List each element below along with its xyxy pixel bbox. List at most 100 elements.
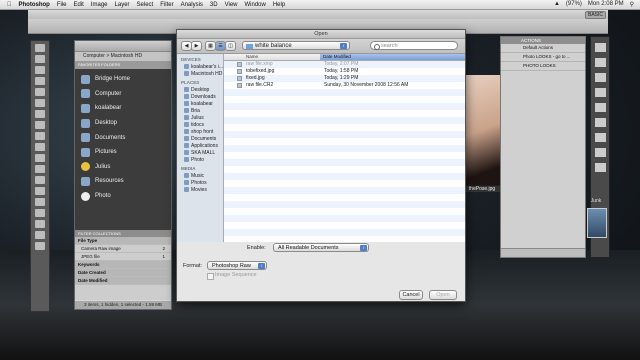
eraser-tool-icon[interactable] <box>35 154 45 162</box>
layers-panel-icon[interactable] <box>594 133 606 142</box>
folder-popup[interactable]: white balance ↕ <box>242 41 350 50</box>
menu-filter[interactable]: Filter <box>160 2 173 8</box>
wifi-icon[interactable]: ▲ <box>554 1 560 8</box>
menu-file[interactable]: File <box>57 2 67 8</box>
search-input[interactable]: search <box>370 41 458 50</box>
path-select-tool-icon[interactable] <box>35 209 45 217</box>
bridge-path-bar[interactable]: Computer > Macintosh HD <box>75 52 171 61</box>
filter-date-modified[interactable]: Date Modified <box>75 277 171 285</box>
history-brush-tool-icon[interactable] <box>35 143 45 151</box>
sidebar-item-device[interactable]: koalabear's i... <box>177 63 223 70</box>
actions-panel-title[interactable]: ACTIONS <box>501 37 585 44</box>
photo-thumbnail[interactable] <box>462 75 502 185</box>
file-row[interactable]: raw file.CR2 Sunday, 30 November 2008 12… <box>224 82 465 89</box>
filter-keywords[interactable]: Keywords <box>75 261 171 269</box>
move-tool-icon[interactable] <box>35 44 45 52</box>
favorite-julius[interactable]: Julius <box>75 160 171 175</box>
file-row[interactable]: fixed.jpg Today, 1:29 PM <box>224 75 465 82</box>
favorite-resources[interactable]: Resources <box>75 174 171 189</box>
spotlight-icon[interactable]: ⚲ <box>630 1 634 8</box>
action-set-item[interactable]: Photo LOOKS - go to ... <box>501 53 585 62</box>
menu-help[interactable]: Help <box>273 2 285 8</box>
junk-folder-icon[interactable] <box>587 208 607 238</box>
menu-image[interactable]: Image <box>91 2 108 8</box>
filter-panel-tabs[interactable]: FILTER COLLECTIONS <box>75 230 171 237</box>
sidebar-item-place[interactable]: shop front <box>177 128 223 135</box>
clock[interactable]: Mon 2:08 PM <box>588 1 624 8</box>
favorite-documents[interactable]: Documents <box>75 130 171 145</box>
lasso-tool-icon[interactable] <box>35 66 45 74</box>
menu-analysis[interactable]: Analysis <box>181 2 203 8</box>
zoom-tool-icon[interactable] <box>35 242 45 250</box>
enable-popup[interactable]: All Readable Documents ↕ <box>273 243 369 252</box>
favorite-pictures[interactable]: Pictures <box>75 145 171 160</box>
favorite-koalabear[interactable]: koalabear <box>75 101 171 116</box>
sidebar-item-place[interactable]: Desktop <box>177 86 223 93</box>
clone-stamp-tool-icon[interactable] <box>35 132 45 140</box>
styles-panel-icon[interactable] <box>594 103 606 112</box>
column-date-header[interactable]: Date Modified <box>320 54 465 60</box>
type-tool-icon[interactable] <box>35 198 45 206</box>
history-panel-icon[interactable] <box>594 43 606 52</box>
menu-edit[interactable]: Edit <box>74 2 84 8</box>
crop-tool-icon[interactable] <box>35 88 45 96</box>
menu-layer[interactable]: Layer <box>115 2 130 8</box>
pen-tool-icon[interactable] <box>35 187 45 195</box>
healing-tool-icon[interactable] <box>35 110 45 118</box>
action-set-item[interactable]: PHOTO LOOKS <box>501 62 585 71</box>
open-button[interactable]: Open <box>429 290 457 300</box>
column-view-button[interactable]: ◫ <box>225 41 236 51</box>
sidebar-item-place[interactable]: tidocs <box>177 121 223 128</box>
gradient-tool-icon[interactable] <box>35 165 45 173</box>
battery-status[interactable]: (97%) <box>566 1 582 8</box>
filter-date-created[interactable]: Date Created <box>75 269 171 277</box>
apple-menu-icon[interactable]:  <box>7 2 12 8</box>
quick-select-tool-icon[interactable] <box>35 77 45 85</box>
sidebar-item-place[interactable]: Documents <box>177 135 223 142</box>
workspace-switcher[interactable]: BASIC <box>584 11 606 19</box>
sidebar-item-place[interactable]: Applications <box>177 142 223 149</box>
hand-tool-icon[interactable] <box>35 231 45 239</box>
file-row[interactable]: raw file.xmp Today, 2:07 PM <box>224 61 465 68</box>
sidebar-item-place[interactable]: Downloads <box>177 93 223 100</box>
favorite-computer[interactable]: Computer <box>75 87 171 102</box>
sidebar-item-media[interactable]: Photos <box>177 179 223 186</box>
adjustments-panel-icon[interactable] <box>594 118 606 127</box>
column-name-header[interactable]: Name <box>246 54 258 60</box>
sidebar-item-place[interactable]: koalabear <box>177 100 223 107</box>
color-panel-icon[interactable] <box>594 73 606 82</box>
sidebar-item-media[interactable]: Movies <box>177 186 223 193</box>
filter-file-type[interactable]: File Type <box>75 237 171 245</box>
file-row[interactable]: tobefixed.jpg Today, 1:58 PM <box>224 68 465 75</box>
cancel-button[interactable]: Cancel <box>399 290 423 300</box>
brush-tool-icon[interactable] <box>35 121 45 129</box>
sidebar-item-place[interactable]: Photo <box>177 156 223 163</box>
sidebar-item-place[interactable]: SKA MALL <box>177 149 223 156</box>
menu-select[interactable]: Select <box>137 2 154 8</box>
actions-panel-icon[interactable] <box>594 58 606 67</box>
eyedropper-tool-icon[interactable] <box>35 99 45 107</box>
sidebar-item-device[interactable]: Macintosh HD <box>177 70 223 77</box>
paths-panel-icon[interactable] <box>594 163 606 172</box>
actions-panel-buttons[interactable] <box>501 248 585 257</box>
sidebar-item-place[interactable]: Bria <box>177 107 223 114</box>
filter-camera-raw[interactable]: Camera Raw image 2 <box>75 245 171 253</box>
menu-window[interactable]: Window <box>245 2 266 8</box>
image-sequence-checkbox[interactable] <box>207 273 214 280</box>
marquee-tool-icon[interactable] <box>35 55 45 63</box>
filter-jpeg[interactable]: JPEG file 1 <box>75 253 171 261</box>
shape-tool-icon[interactable] <box>35 220 45 228</box>
menu-view[interactable]: View <box>225 2 238 8</box>
bridge-panel-tabs[interactable]: FAVORITES FOLDERS <box>75 61 171 69</box>
action-set-item[interactable]: Default Actions <box>501 44 585 53</box>
dodge-tool-icon[interactable] <box>35 176 45 184</box>
sidebar-item-place[interactable]: Julius <box>177 114 223 121</box>
favorite-bridge-home[interactable]: Bridge Home <box>75 72 171 87</box>
forward-button[interactable]: ▶ <box>191 41 202 51</box>
favorite-desktop[interactable]: Desktop <box>75 116 171 131</box>
swatches-panel-icon[interactable] <box>594 88 606 97</box>
menu-3d[interactable]: 3D <box>210 2 218 8</box>
favorite-photo[interactable]: Photo <box>75 189 171 204</box>
menu-photoshop[interactable]: Photoshop <box>19 2 50 8</box>
sidebar-item-media[interactable]: Music <box>177 172 223 179</box>
